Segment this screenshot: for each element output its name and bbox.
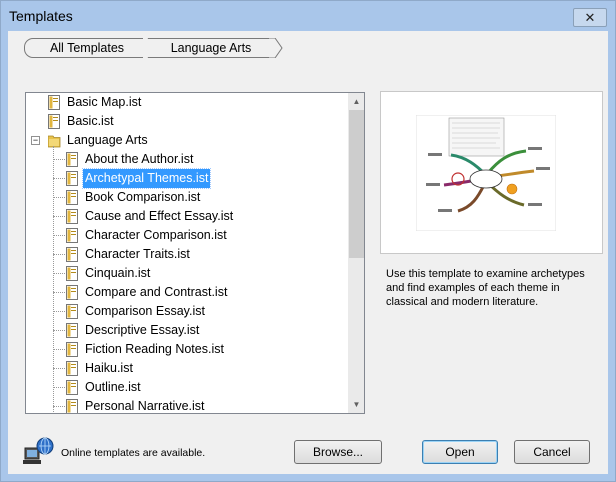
tree-file-item[interactable]: Cinquain.ist <box>26 264 346 283</box>
tree-item-label: Character Traits.ist <box>85 247 190 261</box>
tree-connector-line <box>53 254 65 255</box>
tree-item-label: Haiku.ist <box>85 361 133 375</box>
tree-item-label: Descriptive Essay.ist <box>85 323 200 337</box>
close-button[interactable]: ✕ <box>573 8 607 27</box>
breadcrumb-all-templates[interactable]: All Templates <box>24 38 150 58</box>
tree-file-item[interactable]: Archetypal Themes.ist <box>26 168 346 189</box>
tree-connector-line <box>53 311 65 312</box>
template-file-icon <box>66 190 78 205</box>
template-file-icon <box>66 323 78 338</box>
tree-file-item[interactable]: Book Comparison.ist <box>26 188 346 207</box>
template-file-icon <box>48 114 60 129</box>
tree-item-label: Outline.ist <box>85 380 141 394</box>
folder-icon <box>48 135 61 148</box>
template-file-icon <box>66 285 78 300</box>
template-file-icon <box>66 361 78 376</box>
tree-connector-line <box>53 387 65 388</box>
template-file-icon <box>48 95 60 110</box>
tree-item-label: Cause and Effect Essay.ist <box>85 209 234 223</box>
tree-item-label: Comparison Essay.ist <box>85 304 205 318</box>
tree-item-label: Compare and Contrast.ist <box>85 285 228 299</box>
template-description: Use this template to examine archetypes … <box>386 268 585 308</box>
tree-connector-line <box>53 197 65 198</box>
scroll-up-button[interactable]: ▲ <box>348 93 364 110</box>
template-file-icon <box>66 399 78 413</box>
tree-item-label: Basic Map.ist <box>67 95 142 109</box>
cancel-button[interactable]: Cancel <box>514 440 590 464</box>
tree-trunk-line <box>53 146 54 412</box>
tree-file-item[interactable]: Character Traits.ist <box>26 245 346 264</box>
templates-dialog: Templates ✕ All Templates Language Arts … <box>0 0 616 482</box>
collapse-expander-icon[interactable]: − <box>31 136 40 145</box>
tree-file-item[interactable]: Personal Narrative.ist <box>26 397 346 413</box>
template-file-icon <box>66 209 78 224</box>
tree-item-label: Cinquain.ist <box>85 266 151 280</box>
tree-connector-line <box>53 292 65 293</box>
tree-connector-line <box>53 368 65 369</box>
tree-connector-line <box>53 216 65 217</box>
breadcrumb-label: Language Arts <box>170 41 252 55</box>
breadcrumb-end-icon <box>269 38 283 58</box>
scroll-thumb[interactable] <box>349 110 364 258</box>
title-bar[interactable]: Templates ✕ <box>1 1 615 31</box>
tree-file-item[interactable]: Basic Map.ist <box>26 93 346 112</box>
tree-file-item[interactable]: Outline.ist <box>26 378 346 397</box>
tree-file-item[interactable]: Fiction Reading Notes.ist <box>26 340 346 359</box>
template-file-icon <box>66 247 78 262</box>
tree-item-label: Book Comparison.ist <box>85 190 201 204</box>
breadcrumb-language-arts[interactable]: Language Arts <box>148 38 274 58</box>
tree-file-item[interactable]: About the Author.ist <box>26 150 346 169</box>
template-file-icon <box>66 266 78 281</box>
template-tree[interactable]: Basic Map.ist Basic.ist − Language Arts Abou… <box>25 92 365 414</box>
open-button[interactable]: Open <box>422 440 498 464</box>
tree-item-label: Fiction Reading Notes.ist <box>85 342 224 356</box>
template-file-icon <box>66 152 78 167</box>
tree-item-label: About the Author.ist <box>85 152 194 166</box>
template-file-icon <box>66 380 78 395</box>
tree-connector-line <box>53 273 65 274</box>
template-file-icon <box>66 304 78 319</box>
tree-item-label: Personal Narrative.ist <box>85 399 205 413</box>
template-file-icon <box>66 228 78 243</box>
tree-connector-line <box>53 406 65 407</box>
tree-file-item[interactable]: Comparison Essay.ist <box>26 302 346 321</box>
tree-file-item[interactable]: Compare and Contrast.ist <box>26 283 346 302</box>
tree-connector-line <box>53 235 65 236</box>
tree-connector-line <box>53 178 65 179</box>
template-preview <box>380 91 603 254</box>
tree-file-item[interactable]: Haiku.ist <box>26 359 346 378</box>
tree-file-item[interactable]: Cause and Effect Essay.ist <box>26 207 346 226</box>
tree-item-label: Character Comparison.ist <box>85 228 227 242</box>
browse-button[interactable]: Browse... <box>294 440 382 464</box>
tree-folder-item[interactable]: − Language Arts <box>26 131 346 150</box>
tree-connector-line <box>53 349 65 350</box>
tree-connector-line <box>53 159 65 160</box>
tree-item-label: Language Arts <box>67 133 148 147</box>
tree-connector-line <box>53 330 65 331</box>
tree-file-item[interactable]: Basic.ist <box>26 112 346 131</box>
scroll-down-button[interactable]: ▼ <box>348 396 364 413</box>
window-title: Templates <box>9 8 73 24</box>
online-templates-icon <box>23 437 54 464</box>
dialog-body: All Templates Language Arts Basic Map.is… <box>8 31 608 474</box>
online-templates-notice: Online templates are available. <box>61 447 206 459</box>
template-file-icon <box>66 171 78 186</box>
tree-file-item[interactable]: Character Comparison.ist <box>26 226 346 245</box>
vertical-scrollbar[interactable]: ▲ ▼ <box>348 93 364 413</box>
tree-file-item[interactable]: Descriptive Essay.ist <box>26 321 346 340</box>
breadcrumb-label: All Templates <box>49 41 125 55</box>
tree-item-label: Archetypal Themes.ist <box>81 168 212 189</box>
mind-map-thumbnail-icon <box>416 115 556 231</box>
tree-item-label: Basic.ist <box>67 114 114 128</box>
template-file-icon <box>66 342 78 357</box>
